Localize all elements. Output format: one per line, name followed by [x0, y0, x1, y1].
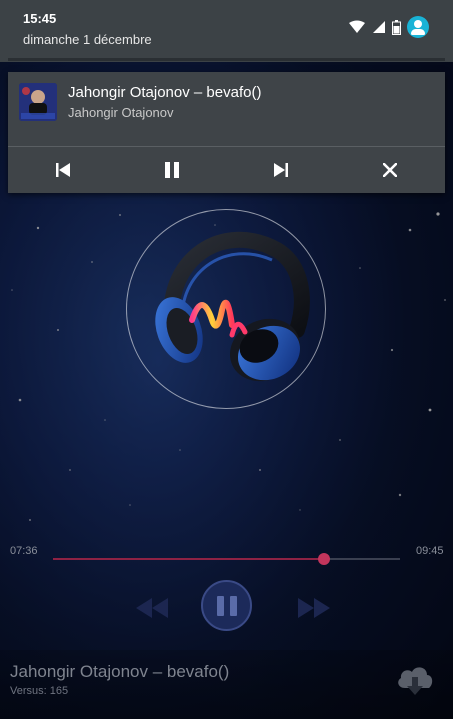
song-subtitle: Versus: 165 [10, 685, 69, 697]
notification-actions [8, 147, 445, 193]
notification-close-button[interactable] [336, 147, 445, 193]
clock-time: 15:45 [23, 11, 57, 26]
close-icon [383, 163, 398, 177]
notification-pause-button[interactable] [117, 147, 226, 193]
battery-icon [392, 19, 401, 35]
total-duration: 09:45 [416, 545, 444, 557]
pause-icon [164, 162, 179, 178]
notification-title: Jahongir Otajonov – bevafo() [68, 84, 262, 101]
headphones-icon [155, 231, 310, 382]
fast-forward-icon[interactable] [296, 596, 332, 620]
notification-previous-button[interactable] [8, 147, 117, 193]
notification-album-art [19, 83, 57, 121]
notification-artist: Jahongir Otajonov [68, 105, 174, 120]
cell-signal-icon [373, 21, 385, 33]
media-notification[interactable]: Jahongir Otajonov – bevafo() Jahongir Ot… [8, 72, 445, 193]
shade-divider [8, 58, 445, 61]
wifi-icon [349, 20, 365, 33]
next-icon [274, 163, 289, 177]
cloud-download-icon[interactable] [395, 662, 435, 696]
rewind-icon[interactable] [134, 596, 170, 620]
song-title: Jahongir Otajonov – bevafo() [10, 662, 230, 681]
pause-icon-bar [229, 595, 237, 616]
seek-bar-thumb[interactable] [317, 553, 330, 565]
elapsed-time: 07:36 [10, 545, 38, 557]
play-pause-button[interactable] [201, 580, 252, 631]
seek-bar-progress [53, 558, 324, 560]
user-avatar-icon[interactable] [407, 16, 429, 38]
status-icons [348, 16, 429, 38]
clock-date[interactable]: dimanche 1 décembre [23, 32, 152, 47]
notification-next-button[interactable] [227, 147, 336, 193]
album-art-circle [126, 209, 326, 409]
notification-shade-header: 15:45 dimanche 1 décembre [0, 0, 453, 62]
seek-bar[interactable] [53, 553, 400, 565]
pause-icon [216, 595, 224, 616]
previous-icon [55, 163, 70, 177]
